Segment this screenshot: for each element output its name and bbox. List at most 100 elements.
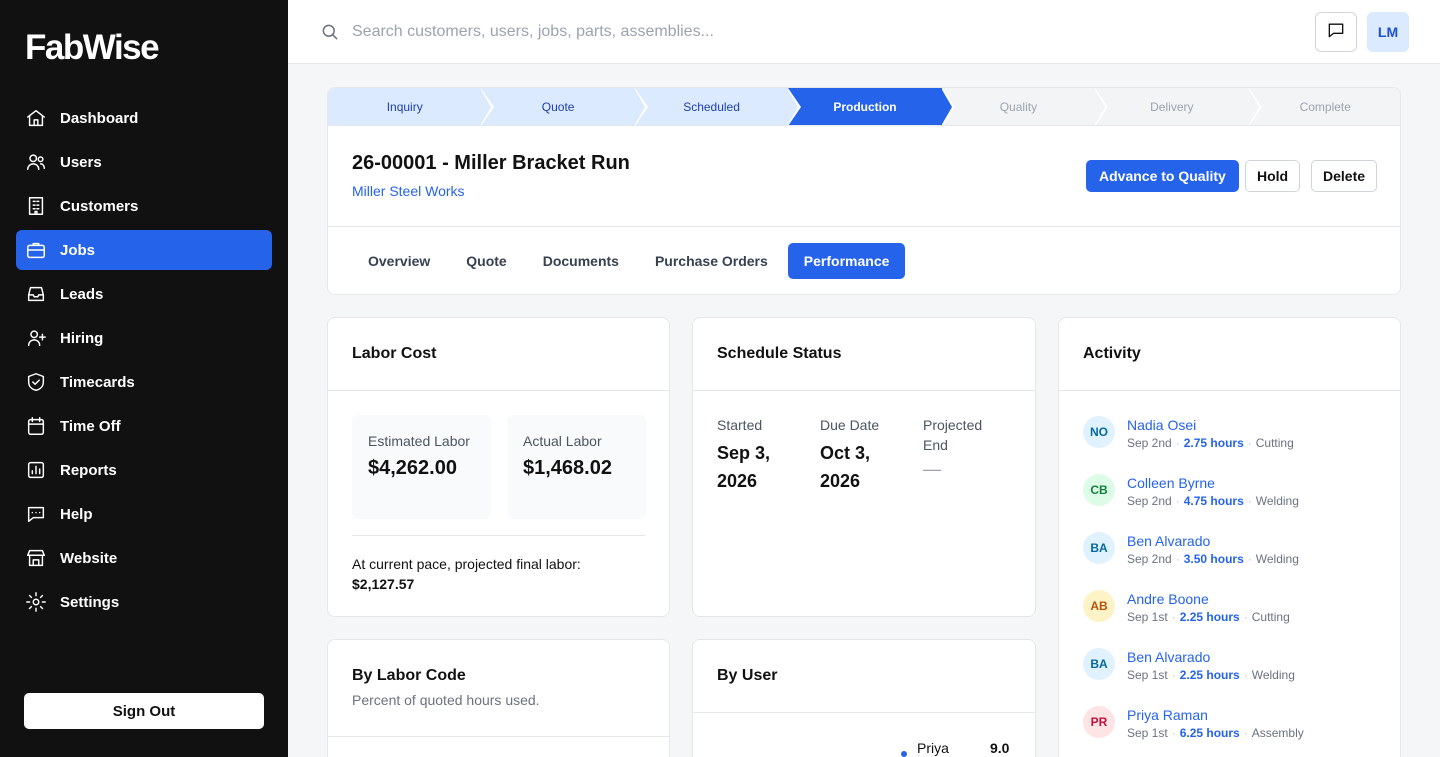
activity-body: Nadia Osei Sep 2nd · 2.75 hours · Cutting — [1127, 415, 1294, 473]
calendar-icon — [25, 415, 47, 437]
stage-delivery[interactable]: Delivery — [1095, 88, 1262, 126]
activity-date: Sep 1st — [1127, 610, 1168, 624]
tab-purchase-orders[interactable]: Purchase Orders — [639, 243, 784, 279]
activity-user-link[interactable]: Colleen Byrne — [1127, 473, 1299, 493]
activity-meta: Sep 1st · 2.25 hours · Welding — [1127, 667, 1295, 683]
activity-user-link[interactable]: Nadia Osei — [1127, 415, 1294, 435]
stage-production[interactable]: Production — [788, 88, 955, 126]
user-avatar[interactable]: LM — [1367, 12, 1409, 52]
tab-overview[interactable]: Overview — [352, 243, 446, 279]
stage-scheduled[interactable]: Scheduled — [634, 88, 802, 126]
sidebar-item-leads[interactable]: Leads — [16, 274, 272, 314]
separator-dot: · — [1247, 552, 1252, 566]
sidebar-item-time-off[interactable]: Time Off — [16, 406, 272, 446]
user-row: Priya 9.0 — [901, 739, 1009, 757]
panel-title: Activity — [1083, 345, 1141, 362]
sidebar-item-label: Website — [60, 549, 118, 567]
sidebar-item-users[interactable]: Users — [16, 142, 272, 182]
activity-labor-code: Welding — [1251, 668, 1295, 682]
avatar: CB — [1083, 474, 1115, 506]
schedule-status-panel: Schedule Status Started Sep 3, 2026 Due … — [692, 317, 1036, 617]
sidebar-item-label: Timecards — [60, 373, 135, 391]
stage-quote[interactable]: Quote — [481, 88, 648, 126]
user-name: Priya — [917, 740, 949, 756]
started-stat: Started Sep 3, 2026 — [717, 415, 797, 495]
building-icon — [25, 195, 47, 217]
sidebar: FabWise Dashboard Users Customers Jobs L… — [0, 0, 288, 757]
sidebar-item-reports[interactable]: Reports — [16, 450, 272, 490]
activity-panel: Activity NO Nadia Osei Sep 2nd · 2.75 hours ·… — [1058, 317, 1401, 757]
activity-user-link[interactable]: Ben Alvarado — [1127, 531, 1299, 551]
activity-body: Ben Alvarado Sep 2nd · 3.50 hours · Welding — [1127, 531, 1299, 589]
sidebar-item-website[interactable]: Website — [16, 538, 272, 578]
activity-item: CB Colleen Byrne Sep 2nd · 4.75 hours · Weldin… — [1083, 473, 1383, 531]
separator-dot: · — [1247, 436, 1252, 450]
stage-label: Production — [833, 99, 897, 114]
sidebar-item-label: Help — [60, 505, 93, 523]
sidebar-item-timecards[interactable]: Timecards — [16, 362, 272, 402]
activity-meta: Sep 2nd · 3.50 hours · Welding — [1127, 551, 1299, 567]
separator-dot: · — [1171, 610, 1176, 624]
hold-button[interactable]: Hold — [1245, 160, 1301, 192]
sidebar-item-customers[interactable]: Customers — [16, 186, 272, 226]
activity-item: PR Priya Raman Sep 1st · 6.25 hours · Assembly — [1083, 705, 1383, 757]
sidebar-item-jobs[interactable]: Jobs — [16, 230, 272, 270]
job-customer-link[interactable]: Miller Steel Works — [352, 183, 465, 199]
separator-dot: · — [1243, 668, 1248, 682]
activity-item: BA Ben Alvarado Sep 1st · 2.25 hours · Welding — [1083, 647, 1383, 705]
activity-item: NO Nadia Osei Sep 2nd · 2.75 hours · Cutting — [1083, 415, 1383, 473]
tab-documents[interactable]: Documents — [527, 243, 635, 279]
due-date-stat: Due Date Oct 3, 2026 — [820, 415, 900, 495]
activity-user-link[interactable]: Ben Alvarado — [1127, 647, 1295, 667]
delete-button[interactable]: Delete — [1311, 160, 1378, 192]
stage-label: Complete — [1299, 99, 1351, 114]
advance-to-quality-button[interactable]: Advance to Quality — [1086, 160, 1239, 192]
stage-complete[interactable]: Complete — [1249, 88, 1400, 125]
inbox-icon — [25, 283, 47, 305]
job-tabs: Overview Quote Documents Purchase Orders… — [352, 243, 906, 279]
job-header-card: Inquiry Quote Scheduled Production Quali… — [327, 87, 1401, 295]
panel-subtitle: Percent of quoted hours used. — [352, 692, 540, 708]
sidebar-item-hiring[interactable]: Hiring — [16, 318, 272, 358]
stat-label: Estimated Labor — [368, 433, 470, 449]
separator-dot: · — [1175, 436, 1180, 450]
sidebar-item-settings[interactable]: Settings — [16, 582, 272, 622]
panel-header: Activity — [1059, 318, 1400, 391]
tab-performance[interactable]: Performance — [787, 243, 906, 279]
stat-value: $1,468.02 — [523, 457, 612, 479]
sidebar-item-label: Leads — [60, 285, 104, 303]
avatar: AB — [1083, 590, 1115, 622]
panel-header: Labor Cost — [328, 318, 669, 391]
stat-value: $4,262.00 — [368, 457, 457, 479]
divider — [352, 535, 645, 536]
activity-labor-code: Cutting — [1251, 610, 1290, 624]
panel-title: Labor Cost — [352, 345, 437, 362]
separator-dot: · — [1247, 494, 1252, 508]
projected-end-stat: Projected End — — [923, 415, 1003, 480]
stage-inquiry[interactable]: Inquiry — [328, 88, 495, 126]
messages-button[interactable] — [1315, 12, 1357, 52]
activity-hours: 2.25 hours — [1179, 668, 1240, 682]
activity-meta: Sep 2nd · 2.75 hours · Cutting — [1127, 435, 1294, 451]
search-input[interactable] — [352, 18, 1152, 46]
separator-dot: · — [1171, 668, 1176, 682]
briefcase-icon — [25, 239, 47, 261]
shield-check-icon — [25, 371, 47, 393]
activity-labor-code: Assembly — [1251, 726, 1304, 740]
sidebar-item-label: Hiring — [60, 329, 104, 347]
legend-dot — [901, 751, 907, 757]
user-plus-icon — [25, 327, 47, 349]
sidebar-item-help[interactable]: Help — [16, 494, 272, 534]
stat-label: Due Date — [820, 417, 880, 433]
stage-progress: Inquiry Quote Scheduled Production Quali… — [328, 88, 1400, 126]
sidebar-item-dashboard[interactable]: Dashboard — [16, 98, 272, 138]
storefront-icon — [25, 547, 47, 569]
activity-hours: 3.50 hours — [1183, 552, 1244, 566]
stage-quality[interactable]: Quality — [942, 88, 1109, 126]
sidebar-nav: Dashboard Users Customers Jobs Leads Hir… — [16, 98, 272, 626]
tab-quote[interactable]: Quote — [450, 243, 522, 279]
activity-user-link[interactable]: Andre Boone — [1127, 589, 1290, 609]
sign-out-button[interactable]: Sign Out — [24, 693, 264, 729]
activity-user-link[interactable]: Priya Raman — [1127, 705, 1304, 725]
message-icon — [1326, 20, 1346, 45]
